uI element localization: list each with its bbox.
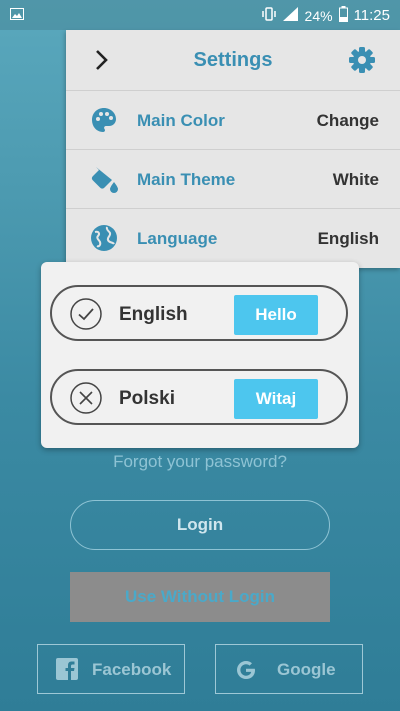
greeting-button[interactable]: Hello [234, 295, 318, 335]
vibrate-icon [261, 7, 277, 24]
battery-icon [338, 6, 348, 25]
settings-panel: Settings Main Color Change Main Theme Wh… [66, 30, 400, 268]
setting-value: English [317, 229, 379, 248]
battery-percent: 24% [304, 7, 333, 24]
palette-icon [90, 106, 118, 139]
cross-circle-icon [70, 382, 102, 419]
gear-icon[interactable] [348, 46, 376, 79]
language-dialog: English Hello Polski Witaj [41, 262, 359, 448]
setting-language[interactable]: Language English [66, 209, 400, 267]
paint-bucket-icon [90, 165, 118, 198]
login-button[interactable]: Login [70, 500, 330, 550]
setting-label: Main Color [137, 111, 225, 130]
greeting-button[interactable]: Witaj [234, 379, 318, 419]
check-circle-icon [70, 298, 102, 335]
image-notification-icon [10, 7, 24, 23]
google-button[interactable]: Google [215, 644, 363, 694]
signal-icon [282, 7, 299, 24]
language-option-polski[interactable]: Polski Witaj [50, 369, 348, 425]
globe-icon [90, 224, 118, 257]
forgot-password-link[interactable]: Forgot your password? [0, 452, 400, 472]
settings-header: Settings [66, 30, 400, 91]
google-icon [234, 658, 258, 687]
language-option-english[interactable]: English Hello [50, 285, 348, 341]
setting-main-theme[interactable]: Main Theme White [66, 150, 400, 209]
setting-label: Main Theme [137, 170, 236, 189]
setting-value: Change [316, 111, 379, 130]
setting-main-color[interactable]: Main Color Change [66, 91, 400, 150]
facebook-button[interactable]: Facebook [37, 644, 185, 694]
status-bar: 24% 11:25 [0, 0, 400, 30]
clock: 11:25 [353, 7, 390, 24]
setting-value: White [332, 170, 379, 189]
facebook-label: Facebook [92, 660, 172, 679]
google-label: Google [277, 660, 336, 679]
use-without-login-button[interactable]: Use Without Login [70, 572, 330, 622]
setting-label: Language [137, 229, 218, 248]
facebook-icon [56, 658, 78, 685]
language-name: English [119, 304, 188, 325]
language-name: Polski [119, 388, 175, 409]
